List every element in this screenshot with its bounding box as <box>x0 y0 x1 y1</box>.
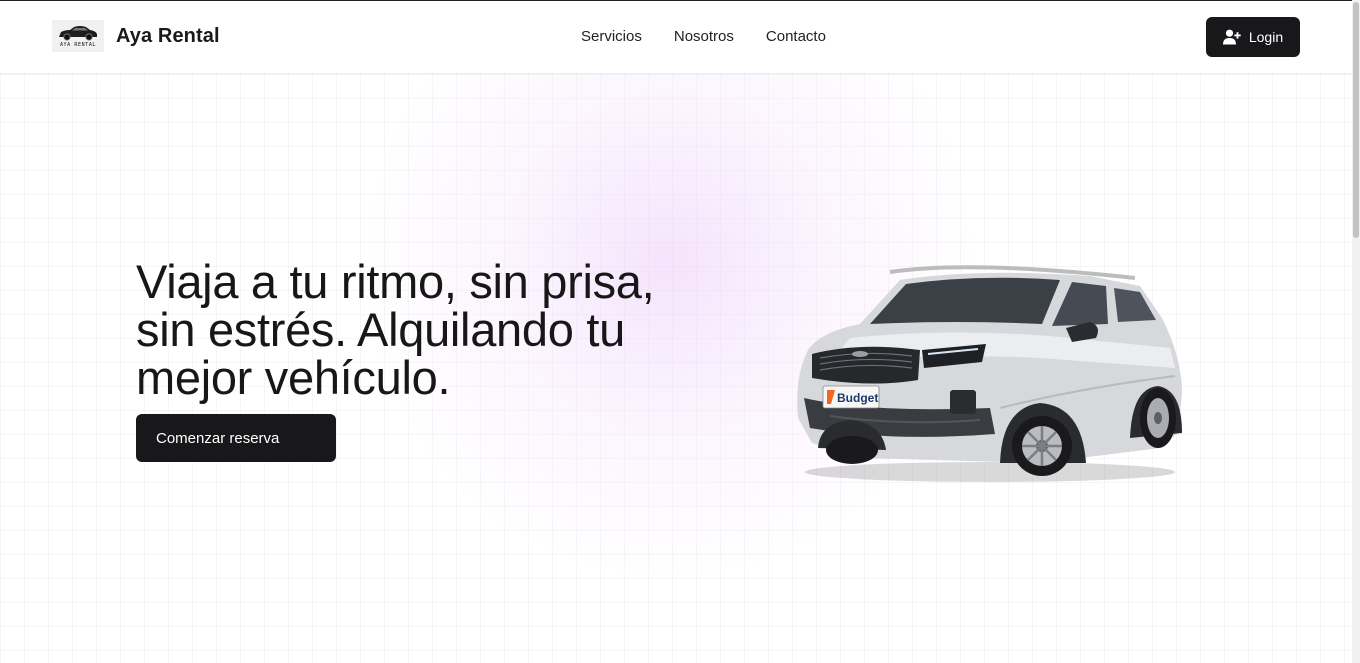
suv-car-image: Budget <box>797 265 1182 482</box>
login-button[interactable]: Login <box>1206 17 1300 57</box>
plate-badge-text: Budget <box>837 391 878 405</box>
main-nav: Servicios Nosotros Contacto <box>565 27 842 47</box>
scrollbar-thumb[interactable] <box>1353 2 1359 238</box>
nav-link-contacto[interactable]: Contacto <box>750 27 842 47</box>
start-booking-button[interactable]: Comenzar reserva <box>136 414 336 462</box>
nav-link-nosotros[interactable]: Nosotros <box>658 27 750 47</box>
login-label: Login <box>1248 29 1284 45</box>
logo: AYA RENTAL <box>52 20 104 52</box>
brand[interactable]: AYA RENTAL Aya Rental <box>52 20 220 52</box>
logo-caption: AYA RENTAL <box>59 42 97 48</box>
hero-headline: Viaja a tu ritmo, sin prisa, sin estrés.… <box>136 255 655 404</box>
hero-section: Viaja a tu ritmo, sin prisa, sin estrés.… <box>0 74 1352 663</box>
brand-name: Aya Rental <box>116 24 220 47</box>
car-logo-icon <box>59 26 97 41</box>
page-scrollbar[interactable] <box>1352 0 1360 663</box>
site-header: AYA RENTAL Aya Rental Servicios Nosotros… <box>0 1 1352 74</box>
user-plus-icon <box>1222 29 1241 45</box>
nav-link-servicios[interactable]: Servicios <box>565 27 658 47</box>
